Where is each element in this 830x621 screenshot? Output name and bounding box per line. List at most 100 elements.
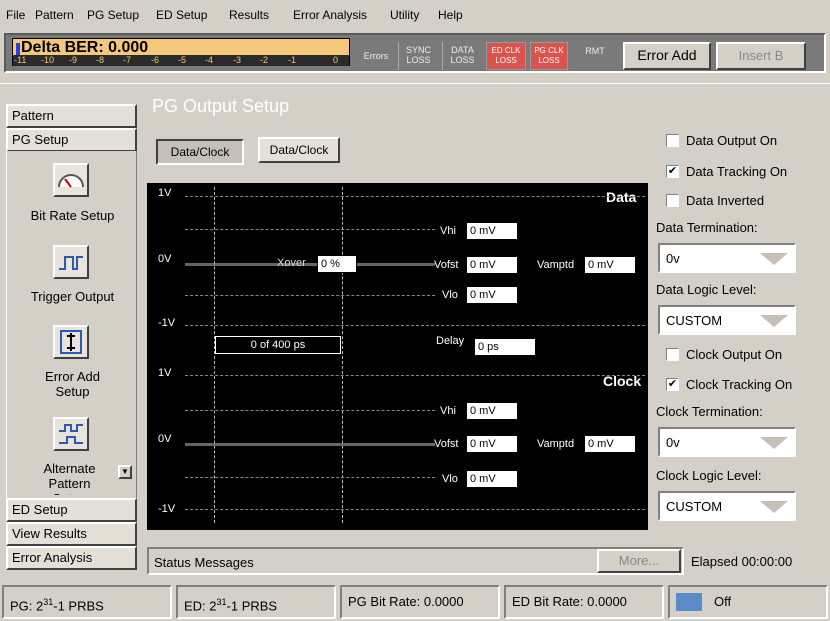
checkbox-box[interactable]	[666, 348, 679, 361]
vamptd-label: Vamptd	[537, 259, 575, 271]
ed-suffix: -1 PRBS	[226, 598, 278, 614]
data-clock-toggle-2[interactable]: Data/Clock	[258, 137, 340, 163]
checkbox-label: Clock Output On	[686, 347, 783, 362]
clock-neg1v-line	[185, 509, 645, 510]
clock-vofst-label: Vofst	[434, 438, 459, 450]
nav-tab-pattern[interactable]: Pattern	[6, 104, 137, 128]
page-title: PG Output Setup	[152, 96, 290, 116]
data-logic-level-select[interactable]: CUSTOM	[658, 305, 796, 335]
menu-utility[interactable]: Utility	[390, 8, 419, 22]
error-add-icon[interactable]	[53, 325, 89, 359]
chevron-down-icon[interactable]	[760, 501, 788, 513]
trigger-output-icon[interactable]	[53, 245, 89, 279]
checkbox-box[interactable]	[666, 194, 679, 207]
ed-exponent: 31	[216, 597, 227, 607]
select-value: 0v	[666, 435, 680, 450]
menu-pattern[interactable]: Pattern	[35, 8, 74, 22]
clock-termination-select[interactable]: 0v	[658, 427, 796, 457]
data-0v-label: 0V	[158, 253, 172, 265]
checkmark-icon[interactable]: ✔	[666, 165, 679, 178]
nav-tab-pg-setup[interactable]: PG Setup	[6, 128, 137, 152]
clock-logic-level-select[interactable]: CUSTOM	[658, 491, 796, 521]
delay-range-display: 0 of 400 ps	[215, 336, 341, 354]
data-termination-select[interactable]: 0v	[658, 243, 796, 273]
clock-vlo-label: Vlo	[442, 473, 458, 485]
xover-label: Xover	[277, 257, 306, 269]
clock-vlo-line	[185, 477, 435, 478]
clock-vamptd-label: Vamptd	[537, 438, 575, 450]
ber-tick: -4	[205, 55, 214, 65]
delay-label: Delay	[436, 335, 465, 347]
data-label: Data	[606, 189, 637, 205]
data-vamptd-field[interactable]: 0 mV	[584, 256, 636, 274]
vlo-label: Vlo	[442, 289, 458, 301]
error-add-button[interactable]: Error Add	[623, 42, 711, 70]
vhi-label: Vhi	[440, 225, 456, 237]
menu-file[interactable]: File	[6, 8, 25, 22]
nav-tab-ed-setup[interactable]: ED Setup	[6, 498, 137, 522]
ber-tick: -6	[151, 55, 160, 65]
elapsed-time: Elapsed 00:00:00	[691, 554, 793, 569]
clock-1v-line	[185, 375, 645, 376]
chevron-down-icon[interactable]	[760, 315, 788, 327]
chevron-down-icon[interactable]	[760, 253, 788, 265]
ber-tick: -7	[123, 55, 132, 65]
grid-line	[214, 187, 215, 523]
select-value: 0v	[666, 251, 680, 266]
clock-vhi-label: Vhi	[440, 405, 456, 417]
nav-item-error-add-setup[interactable]: Error Add Setup	[7, 369, 138, 399]
chevron-down-icon[interactable]: ▼	[118, 465, 132, 479]
menu-results[interactable]: Results	[229, 8, 269, 22]
nav-item-trigger-output[interactable]: Trigger Output	[7, 289, 138, 304]
xover-field[interactable]: 0 %	[317, 255, 357, 273]
data-trace	[185, 263, 435, 266]
top-toolbar: Delta BER: 0.000 -11 -10 -9 -8 -7 -6 -5 …	[0, 28, 830, 84]
status-messages-label: Status Messages	[154, 555, 254, 570]
ber-tick: -3	[233, 55, 242, 65]
clock-vofst-field[interactable]: 0 mV	[466, 435, 518, 453]
clock-1v-label: 1V	[158, 367, 172, 379]
data-vofst-field[interactable]: 0 mV	[466, 256, 518, 274]
data-vlo-line	[185, 295, 435, 296]
clock-logic-level-label: Clock Logic Level:	[656, 468, 762, 483]
clock-vlo-field[interactable]: 0 mV	[466, 470, 518, 488]
pg-suffix: -1 PRBS	[53, 598, 104, 614]
checkbox-box[interactable]	[666, 134, 679, 147]
errors-indicator: Errors	[363, 51, 389, 61]
menu-help[interactable]: Help	[438, 8, 463, 22]
clock-0v-label: 0V	[158, 433, 172, 445]
insert-b-button[interactable]: Insert B	[716, 42, 806, 70]
nav-tab-error-analysis[interactable]: Error Analysis	[6, 546, 137, 570]
data-1v-line	[185, 196, 645, 197]
data-vlo-field[interactable]: 0 mV	[466, 286, 518, 304]
checkmark-icon[interactable]: ✔	[666, 378, 679, 391]
chevron-down-icon[interactable]	[760, 437, 788, 449]
nav-item-bit-rate-setup[interactable]: Bit Rate Setup	[7, 208, 138, 223]
clock-trace	[185, 443, 435, 446]
checkbox-label: Data Inverted	[686, 193, 765, 208]
checkbox-label: Data Tracking On	[686, 164, 788, 179]
more-button[interactable]: More...	[597, 549, 681, 573]
nav-tab-view-results[interactable]: View Results	[6, 522, 137, 546]
ed-prefix: ED: 2	[184, 598, 217, 614]
graph-status: Off	[668, 585, 828, 619]
pg-exponent: 31	[43, 597, 54, 607]
pg-clk-loss-indicator: PG CLK LOSS	[530, 42, 568, 70]
menu-pg-setup[interactable]: PG Setup	[87, 8, 139, 22]
menu-error-analysis[interactable]: Error Analysis	[293, 8, 367, 22]
menu-ed-setup[interactable]: ED Setup	[156, 8, 207, 22]
alternate-pattern-icon[interactable]	[53, 417, 89, 451]
graph-icon	[676, 593, 702, 611]
data-vhi-field[interactable]: 0 mV	[466, 222, 518, 240]
pg-bit-rate-status: PG Bit Rate: 0.0000	[340, 585, 500, 619]
clock-vhi-field[interactable]: 0 mV	[466, 402, 518, 420]
bit-rate-icon[interactable]	[53, 163, 89, 197]
data-clock-toggle-1[interactable]: Data/Clock	[156, 139, 244, 165]
clock-vhi-line	[185, 410, 435, 411]
data-1v-label: 1V	[158, 187, 172, 199]
clock-vamptd-field[interactable]: 0 mV	[584, 435, 636, 453]
data-neg1v-line	[185, 325, 645, 326]
ber-tick: -8	[96, 55, 105, 65]
select-value: CUSTOM	[666, 499, 723, 514]
delay-field[interactable]: 0 ps	[474, 338, 536, 356]
